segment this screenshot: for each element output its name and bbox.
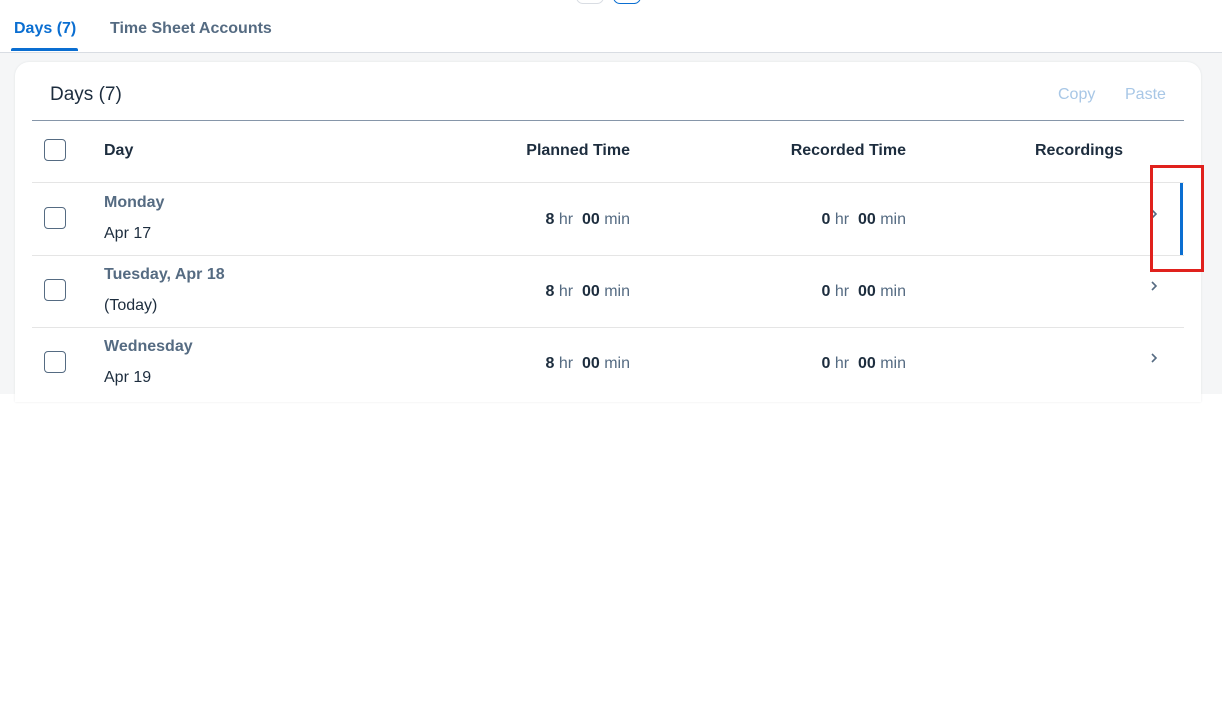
- days-card: Days (7) Copy Paste Day Planned Time Rec…: [15, 62, 1201, 402]
- tab-days[interactable]: Days (7): [14, 20, 76, 38]
- table-row[interactable]: Monday Apr 17 8 hr 00 min 0 hr 00 min: [32, 183, 1184, 255]
- chevron-right-icon[interactable]: [1149, 350, 1161, 366]
- column-header-recorded-time: Recorded Time: [790, 142, 906, 159]
- row-navigated-indicator: [1180, 183, 1183, 255]
- chevron-right-icon[interactable]: [1149, 278, 1161, 294]
- day-name: Monday: [104, 194, 165, 211]
- row-checkbox[interactable]: [44, 207, 66, 229]
- top-control-right[interactable]: [613, 0, 641, 4]
- column-header-recordings: Recordings: [1034, 142, 1123, 159]
- recorded-time: 0 hr 00 min: [821, 283, 906, 300]
- copy-button[interactable]: Copy: [1058, 86, 1095, 104]
- paste-button[interactable]: Paste: [1125, 86, 1166, 104]
- table-row[interactable]: Wednesday Apr 19 8 hr 00 min 0 hr 00 min: [32, 327, 1184, 399]
- day-name: Wednesday: [104, 338, 193, 355]
- card-title: Days (7): [50, 84, 122, 105]
- top-control-left[interactable]: [576, 0, 604, 4]
- recorded-time: 0 hr 00 min: [821, 211, 906, 228]
- planned-time: 8 hr 00 min: [545, 283, 630, 300]
- day-date: Apr 17: [104, 225, 152, 242]
- chevron-right-icon[interactable]: [1149, 206, 1161, 222]
- column-header-day: Day: [104, 142, 134, 159]
- title-divider: [32, 120, 1184, 121]
- row-checkbox[interactable]: [44, 279, 66, 301]
- table-row[interactable]: Tuesday, Apr 18 (Today) 8 hr 00 min 0 hr…: [32, 255, 1184, 327]
- row-checkbox[interactable]: [44, 351, 66, 373]
- day-name: Tuesday, Apr 18: [104, 266, 225, 283]
- tab-time-sheet-accounts[interactable]: Time Sheet Accounts: [110, 20, 272, 38]
- planned-time: 8 hr 00 min: [545, 211, 630, 228]
- recorded-time: 0 hr 00 min: [821, 355, 906, 372]
- tab-bar: Days (7) Time Sheet Accounts: [0, 0, 1222, 53]
- select-all-checkbox[interactable]: [44, 139, 66, 161]
- column-header-planned-time: Planned Time: [526, 142, 630, 159]
- day-date: (Today): [104, 297, 158, 314]
- planned-time: 8 hr 00 min: [545, 355, 630, 372]
- day-date: Apr 19: [104, 369, 152, 386]
- tab-selected-indicator: [11, 48, 78, 51]
